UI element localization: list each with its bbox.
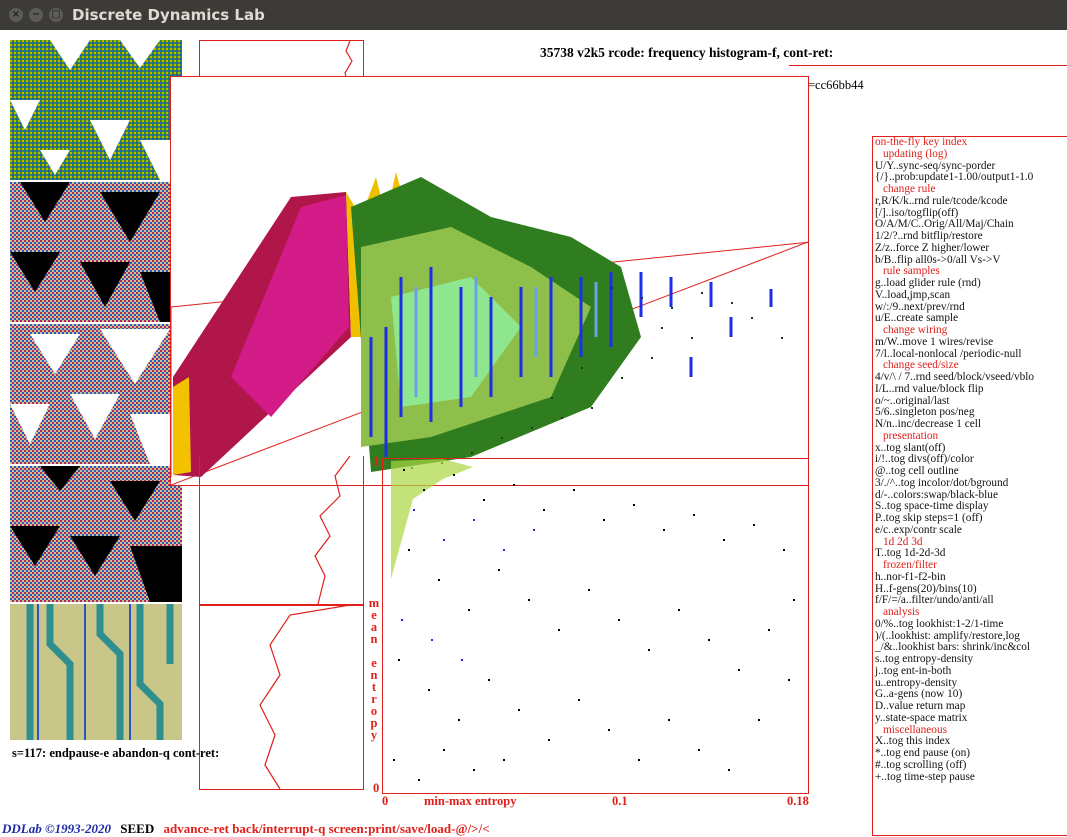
scatter-x-axis-label: min-max entropy [424,794,517,808]
key-index-item: P..tog skip steps=1 (off) [875,512,983,524]
key-index-item: 4/v/\ / 7..rnd seed/block/vseed/vblo [875,371,1035,383]
pattern-5-graphic [10,604,182,740]
close-icon[interactable]: × [9,8,23,22]
key-index-item: h..nor-f1-f2-bin [875,570,946,583]
key-index-panel: on-the-fly key index updating (log) U/Y..s… [872,136,1067,836]
entropy-trace-middle-graphic [314,455,351,605]
key-index-header: presentation [883,429,939,442]
key-index-item: y..state-space matrix [875,711,968,724]
scatter-y-max-label: 1 [373,454,380,468]
key-index-header: change rule [883,183,936,195]
pattern-3-graphic [10,324,182,464]
ddlab-canvas: 35738 v2k5 rcode: frequency histogram-f,… [0,30,1067,837]
scatter-graphic [391,459,795,781]
window-titlebar: × − □ Discrete Dynamics Lab [0,0,1067,30]
window-title: Discrete Dynamics Lab [72,6,265,24]
entropy-trace-middle [199,455,364,606]
key-index-item: m/W..move 1 wires/revise [875,335,994,348]
space-time-pattern-2 [10,182,182,322]
header-rule-line [789,65,1067,66]
pattern-2-graphic [10,182,182,322]
key-index-item: r,R/K/k..rnd rule/tcode/kcode [875,194,1008,207]
space-time-pattern-3 [10,324,182,464]
key-index-item: D..value return map [875,700,966,712]
minimize-icon[interactable]: − [29,8,43,22]
status-bar: DDLab ©1993-2020 SEED advance-ret back/i… [2,821,490,837]
space-time-pattern-4 [10,466,182,602]
scatter-x-min-label: 0 [382,794,389,808]
histogram-3d-graphic [170,172,812,486]
key-index-item: e/c..exp/contr scale [875,523,962,536]
seed-prompt: s=117: endpause-e abandon-q cont-ret: [12,746,220,760]
key-index-item: *..tog end pause (on) [875,747,971,759]
entropy-trace-lower [199,604,364,790]
entropy-trace-lower-graphic [259,604,351,790]
frequency-histogram-3d [170,76,812,486]
key-index-item: j..tog ent-in-both [875,664,952,677]
space-time-pattern-5 [10,604,182,740]
kcode-text: =cc66bb44 [808,78,864,92]
key-index-item: N/n..inc/decrease 1 cell [875,418,982,430]
key-index-item: s..tog entropy-density [875,653,974,665]
scatter-y-axis-label: mean entropy [368,597,380,742]
y-axis-letter: y [370,728,378,742]
key-index-item: 0/%..tog lookhist:1-2/1-time [875,617,1004,630]
y-axis-letter: n [370,632,378,646]
key-index-item: Z/z..force Z higher/lower [875,241,990,254]
key-index-item: #..tog scrolling (off) [875,758,967,771]
pattern-1-graphic [10,40,182,180]
key-index-item: +..tog time-step pause [875,770,975,783]
rule-header-line: 35738 v2k5 rcode: frequency histogram-f,… [540,45,834,60]
pattern-4-graphic [10,466,182,602]
scatter-x-mid-label: 0.1 [612,794,628,808]
key-index-header: analysis [883,606,920,618]
key-index-header: updating (log) [883,147,948,160]
space-time-pattern-1 [10,40,182,180]
key-index-item: 3/./^..tog incolor/dot/bground [875,476,1009,489]
key-index-item: V..load,jmp,scan [875,288,951,301]
key-index-item: @..tog cell outline [875,465,959,477]
key-index-item: g..load glider rule (rnd) [875,277,981,289]
key-index-header: frozen/filter [883,559,937,571]
maximize-icon[interactable]: □ [49,8,63,22]
key-index-item: 1/2/?..rnd bitflip/restore [875,230,983,242]
scatter-x-max-label: 0.18 [787,794,809,808]
scatter-y-min-label: 0 [373,781,380,795]
key-index-header: change wiring [883,324,948,336]
key-index-item: I/L..rnd value/block flip [875,382,984,395]
entropy-scatter-plot [382,458,809,794]
key-index-header: on-the-fly key index [875,136,968,148]
